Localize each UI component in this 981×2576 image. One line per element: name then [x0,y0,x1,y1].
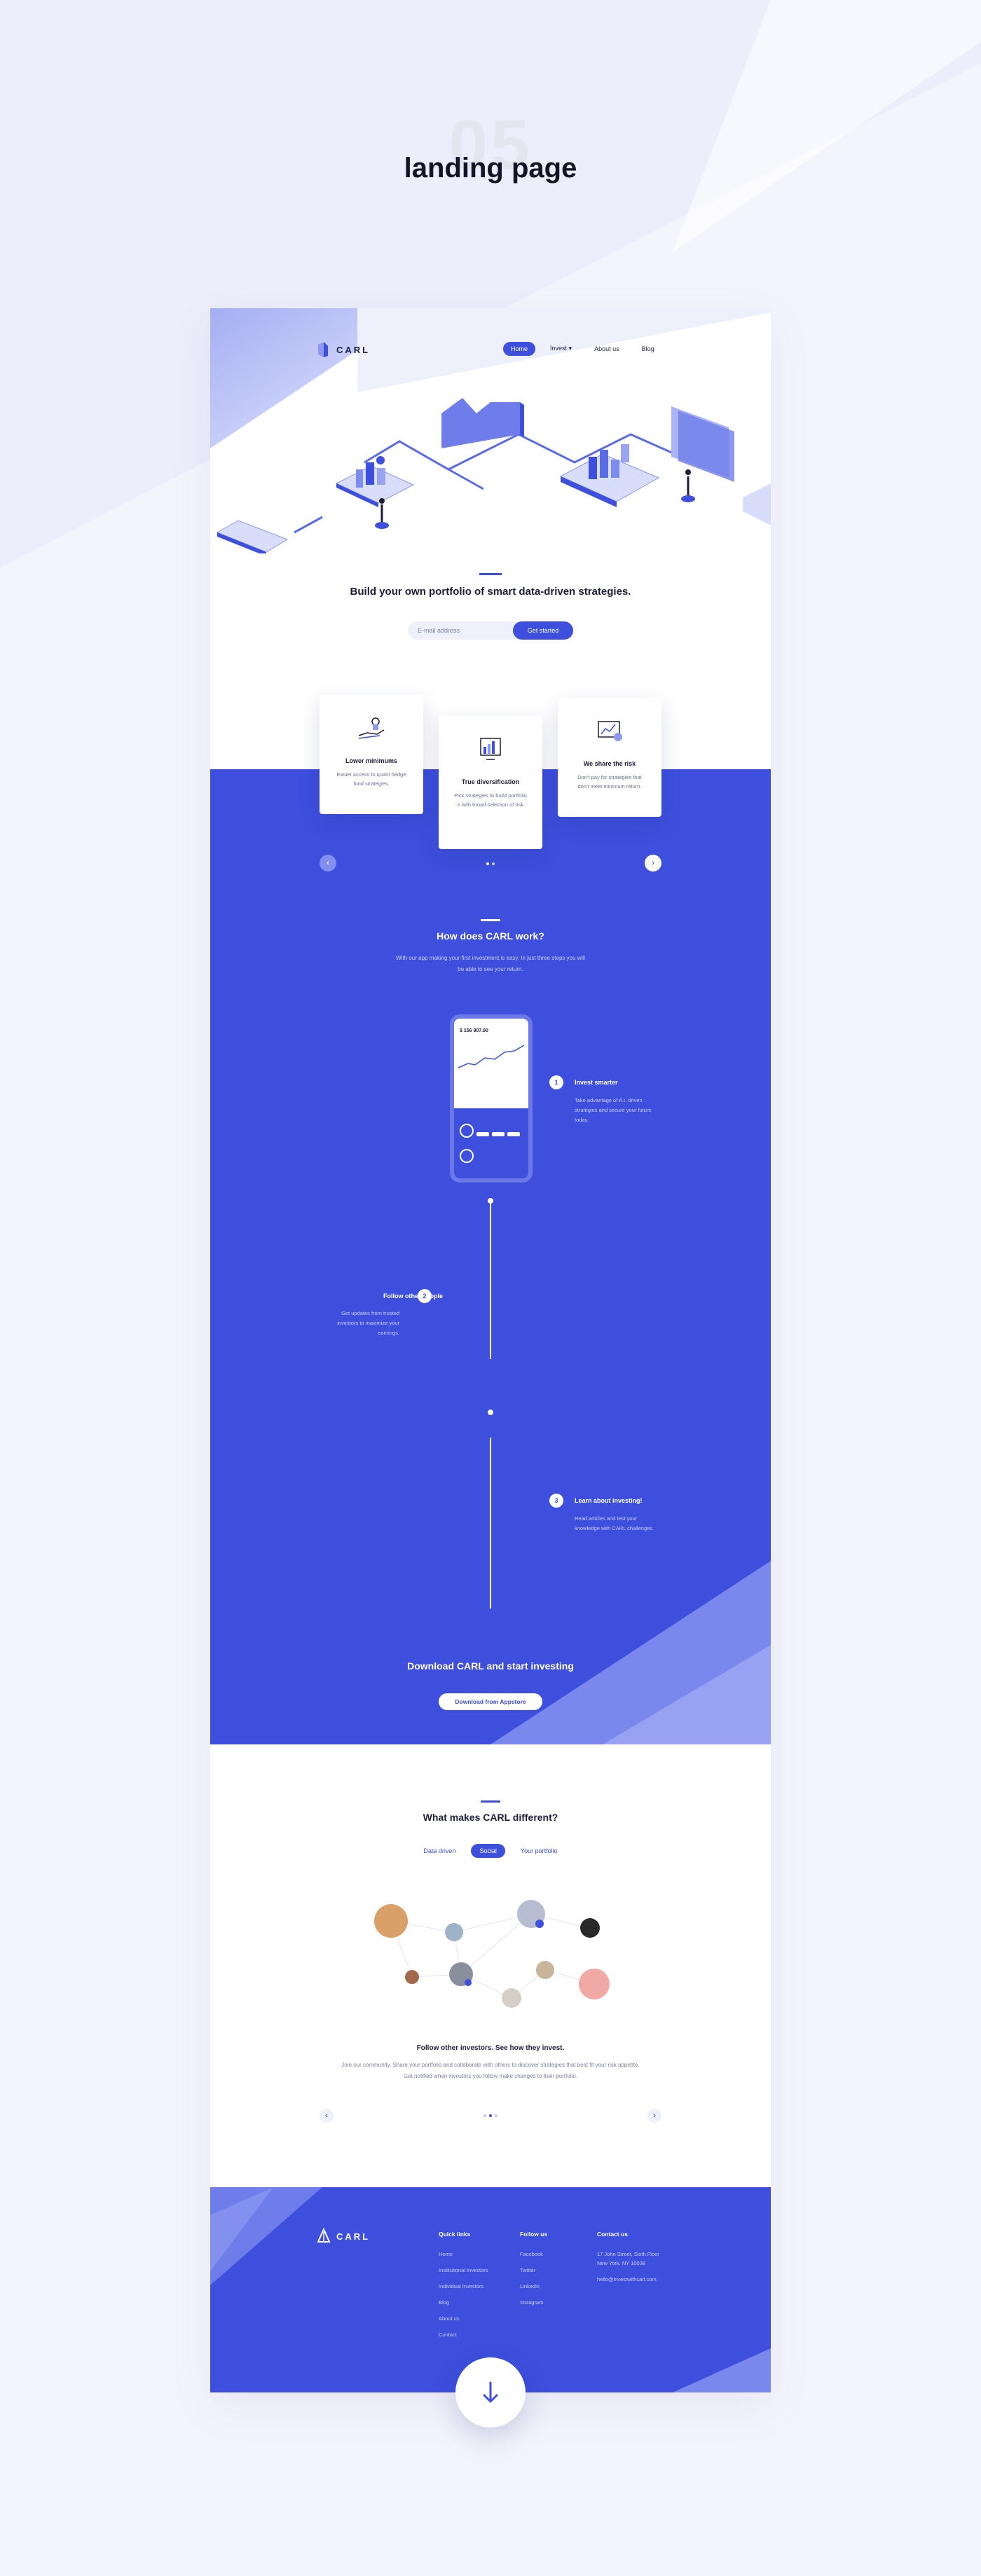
main-nav: Home Invest ▾ About us Blog [503,341,662,356]
tab-social[interactable]: Social [471,1844,505,1858]
footer-address-line1: 17 John Street, Sixth Floor [597,2251,659,2257]
tab-your-portfolio[interactable]: Your portfolio [512,1844,566,1858]
footer-link-individual[interactable]: Individual Investors [439,2282,488,2290]
footer-link-twitter[interactable]: Twitter [520,2266,547,2274]
arrow-down-icon [483,2381,498,2403]
phone-mockup: $ 156 907.90 [450,1014,533,1183]
nav-blog[interactable]: Blog [634,342,662,356]
footer-link-about[interactable]: About us [439,2315,488,2322]
carousel-dot[interactable] [486,862,489,865]
how-subtitle: With our app making your first investmen… [396,955,585,972]
footer-quick-links: Quick links Home Institutional Investors… [439,2231,488,2347]
social-prev-button[interactable]: ‹ [320,2109,334,2123]
avatar[interactable] [445,1923,463,1941]
feature-text: Easier access to quant hedge fund strate… [336,771,406,787]
scroll-down-button[interactable] [455,2357,526,2427]
feature-text: Pick strategies to build portfolio s wit… [454,792,527,808]
chevron-down-icon: ▾ [568,345,572,352]
social-next-button[interactable]: › [647,2109,661,2123]
timeline-dot [488,1410,493,1415]
step-2-text: Get updates from trusted investors to ma… [337,1310,399,1336]
social-dots [483,2114,498,2117]
footer-link-facebook[interactable]: Facebook [520,2250,547,2258]
footer-link-blog[interactable]: Blog [439,2299,488,2306]
carousel-prev-button[interactable]: ‹ [320,855,336,872]
nav-invest-label: Invest [550,345,568,352]
follow-title: Follow other investors. See how they inv… [416,2044,565,2052]
step-1-number: 1 [549,1075,563,1089]
download-appstore-button[interactable]: Download from Appstore [439,1693,542,1710]
how-title: How does CARL work? [437,930,544,942]
hand-coins-icon [358,717,385,739]
footer-contact: Contact us 17 John Street, Sixth Floor N… [597,2231,659,2292]
nav-about[interactable]: About us [586,342,627,356]
step-3-title: Learn about investing! [575,1497,643,1504]
step-3-text: Read articles and test your knowledge wi… [575,1515,654,1531]
step-1-title: Invest smarter [575,1079,618,1086]
social-network-graph [374,1900,610,2008]
hero-title: Build your own portfolio of smart data-d… [350,586,631,598]
nav-invest[interactable]: Invest ▾ [542,341,579,356]
follow-text: Join our community. Share your portfolio… [341,2062,640,2079]
tab-data-driven[interactable]: Data driven [415,1844,464,1858]
feature-card-lower-minimums[interactable]: Lower minimums Easier access to quant he… [320,695,423,814]
footer-link-linkedin[interactable]: Linkedin [520,2282,547,2290]
how-accent-line [481,919,500,921]
avatar[interactable] [579,1969,610,1999]
avatar[interactable] [580,1918,600,1938]
logo-icon [318,342,328,357]
download-title: Download CARL and start investing [407,1660,574,1672]
carousel-dot[interactable] [495,2114,498,2117]
nav-home[interactable]: Home [503,341,536,356]
hero-illustration [216,398,771,553]
different-title: What makes CARL different? [423,1812,558,1823]
phone-screen: $ 156 907.90 [454,1019,528,1178]
phone-chart [458,1045,524,1068]
brand-name: CARL [336,344,371,355]
carousel-next-button[interactable]: › [645,855,661,872]
footer-heading: Quick links [439,2231,471,2238]
feature-card-true-diversification[interactable]: True diversification Pick strategies to … [439,716,542,849]
different-accent-line [481,1800,500,1803]
footer-link-instagram[interactable]: Instagram [520,2299,547,2306]
avatar[interactable] [374,1904,408,1938]
different-tabs: Data driven Social Your portfolio [210,1844,771,1858]
timeline-line [490,1438,491,1609]
footer-address-line2: New York, NY 10038 [597,2260,646,2266]
footer-link-institutional[interactable]: Institutional Investors [439,2266,488,2274]
feature-text: Don't pay for strategies that don't meet… [577,774,642,790]
carousel-dot[interactable] [492,862,495,865]
footer-follow-us: Follow us Facebook Twitter Linkedin Inst… [520,2231,547,2315]
chart-screen-icon [480,738,501,760]
landing-page-frame: CARL Home Invest ▾ About us Blog Build y… [210,308,771,2392]
footer-brand: CARL [336,2231,371,2242]
feature-card-share-risk[interactable]: We share the risk Don't pay for strategi… [558,698,661,817]
feature-title: True diversification [461,778,520,785]
brand-logo[interactable]: CARL [317,342,370,357]
footer-heading: Follow us [520,2231,548,2238]
phone-balance: $ 156 907.90 [460,1028,488,1033]
timeline-line [490,1219,491,1359]
logo-icon [317,2228,331,2243]
footer-link-contact[interactable]: Contact [439,2331,488,2339]
footer-link-home[interactable]: Home [439,2250,488,2258]
carousel-dot[interactable] [483,2114,486,2117]
feature-title: We share the risk [583,760,636,767]
avatar[interactable] [536,1961,554,1979]
footer-heading: Contact us [597,2231,628,2238]
get-started-button[interactable]: Get started [513,621,573,640]
avatar[interactable] [502,1988,521,2008]
avatar[interactable] [405,1970,419,1984]
risk-chart-icon [598,721,622,741]
step-2-number: 2 [418,1289,432,1303]
step-1-text: Take advantage of A.I. driven strategies… [575,1097,652,1123]
feature-title: Lower minimums [345,757,397,764]
footer-email[interactable]: hello@investwithcarl.com [597,2275,659,2283]
step-3-number: 3 [549,1494,563,1508]
carousel-dot[interactable] [489,2114,492,2117]
carousel-dots [486,862,495,865]
hero-accent-line [479,573,502,575]
section-title: landing page [404,153,577,184]
footer-logo[interactable]: CARL [317,2228,370,2245]
